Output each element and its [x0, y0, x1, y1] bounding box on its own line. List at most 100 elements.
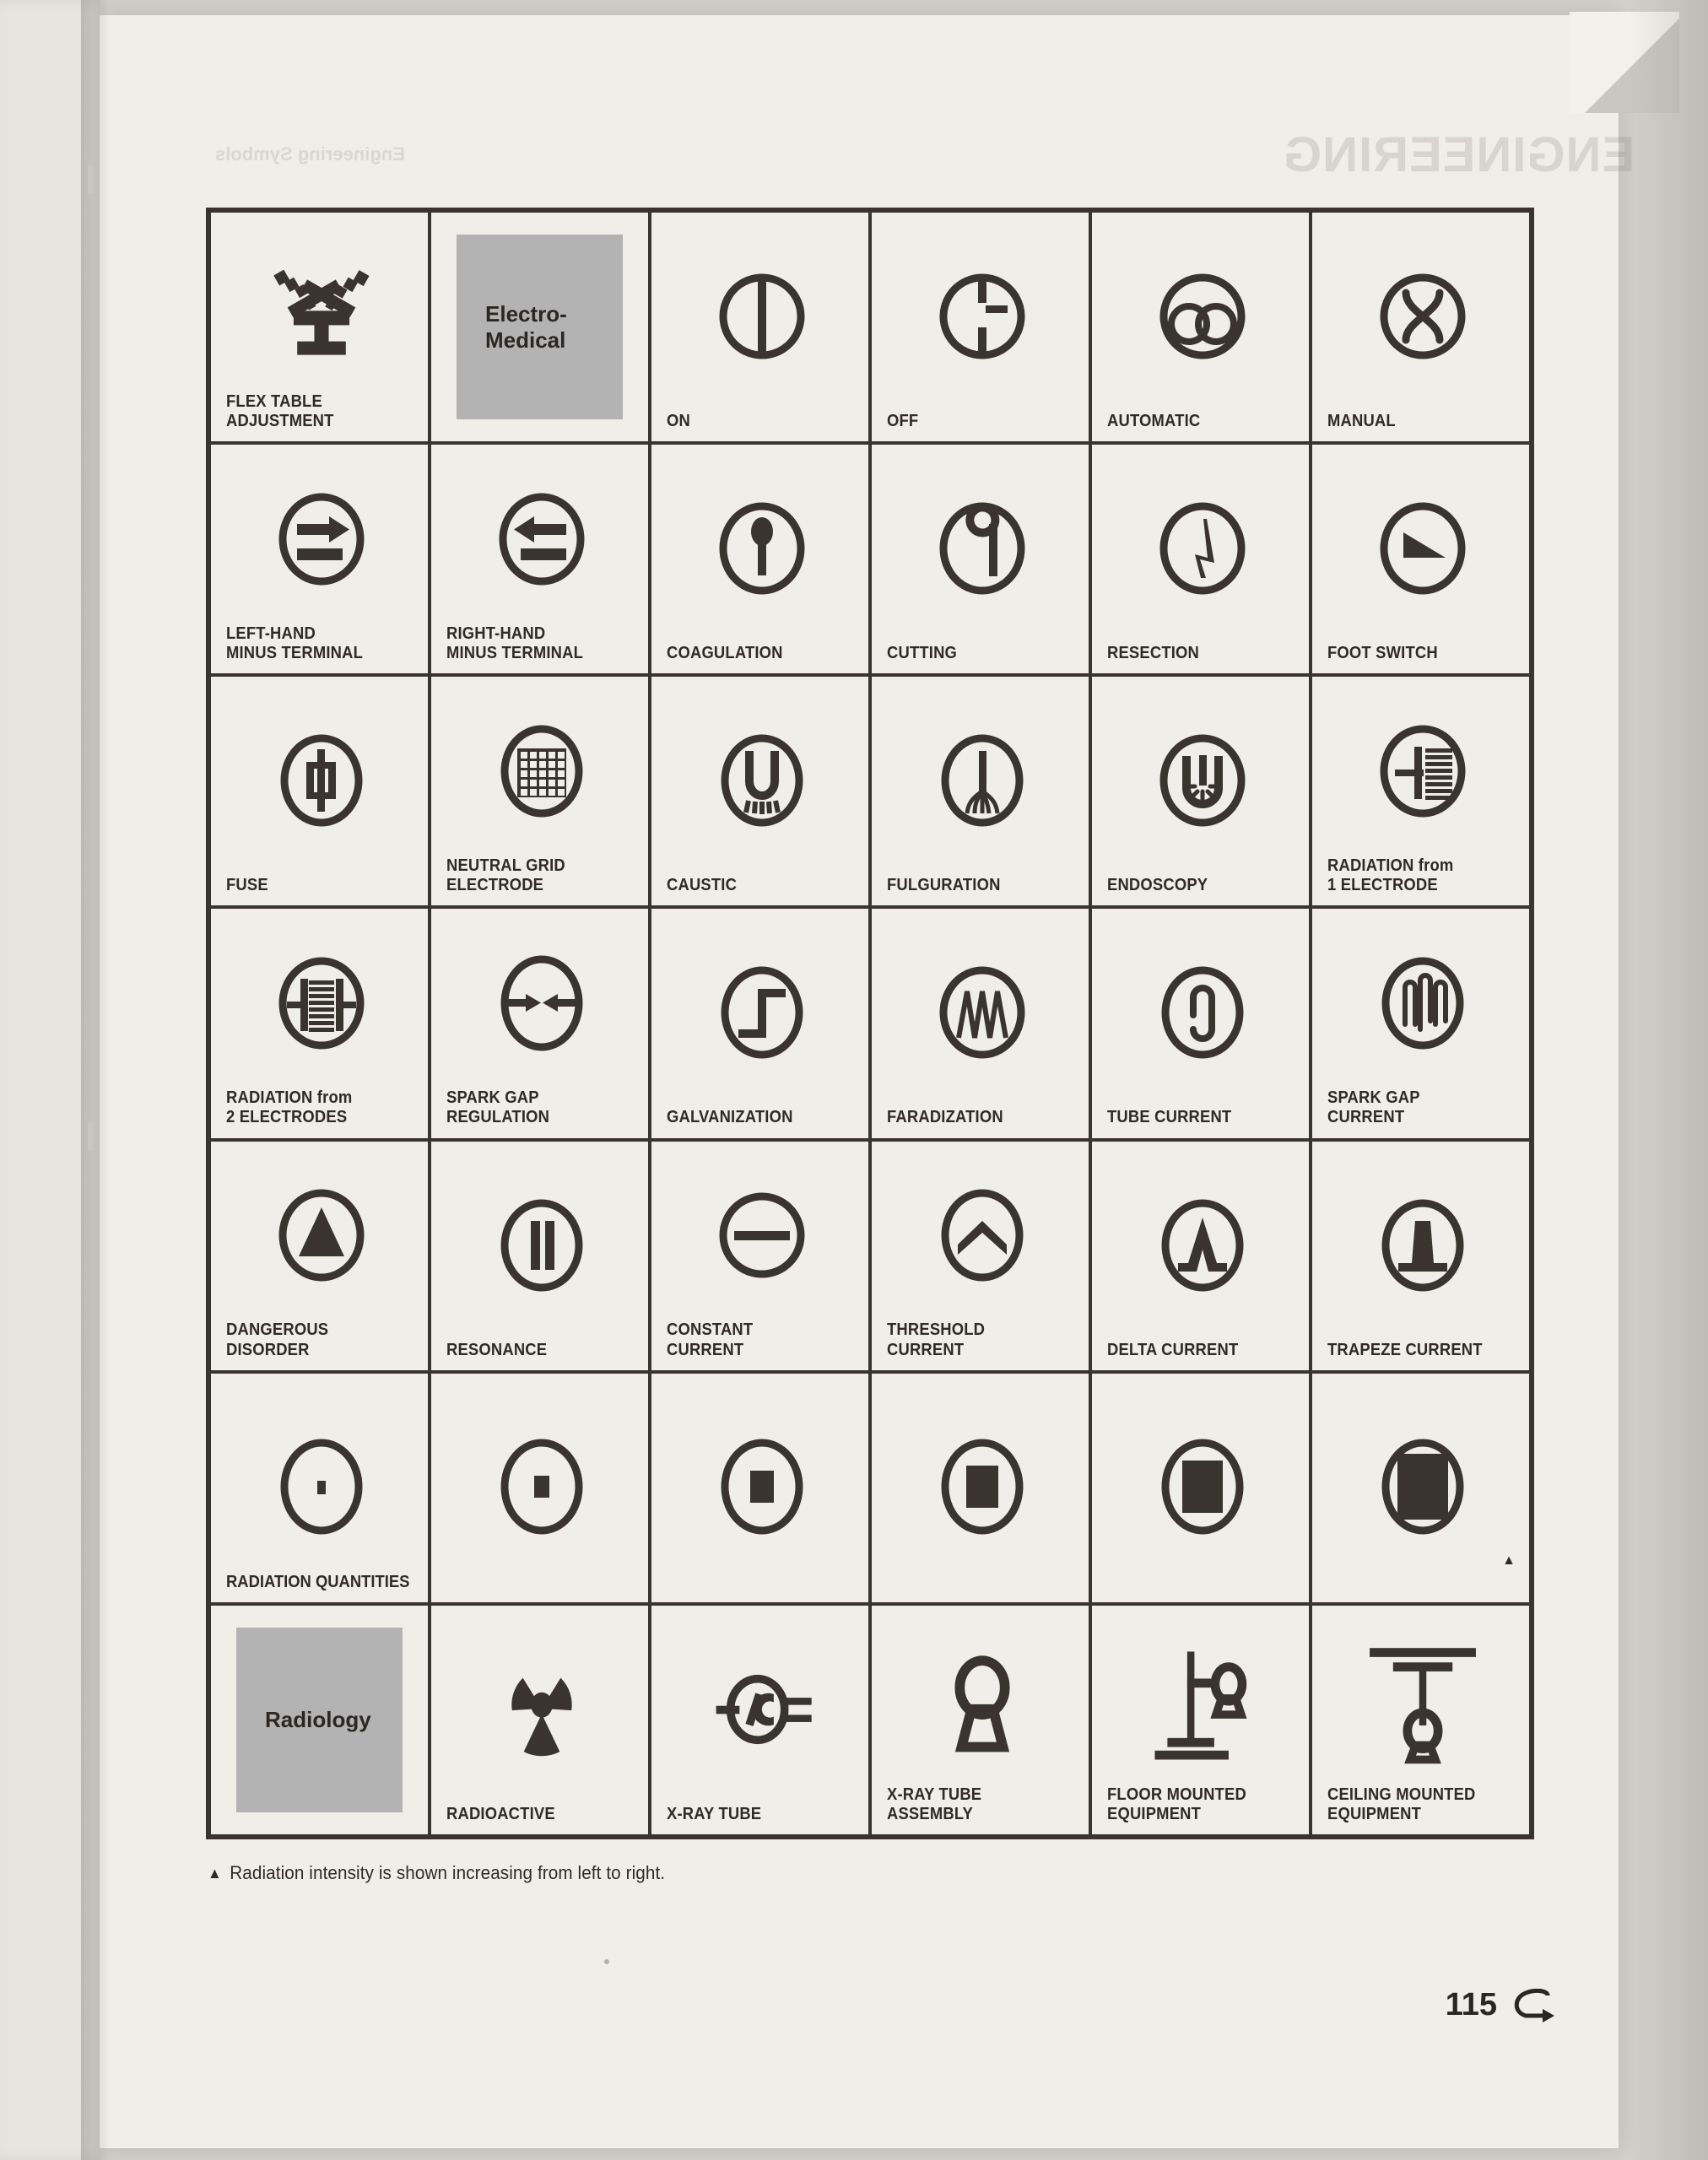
symbol-caption: CONSTANT CURRENT	[667, 1320, 754, 1359]
spark-gap-regulation-icon	[446, 917, 636, 1088]
staple-top	[88, 165, 94, 194]
radiation-quantity-4-icon	[887, 1382, 1077, 1592]
symbol-caption: GALVANIZATION	[667, 1108, 793, 1127]
page-sheet: ENGINEERING Engineering Symbols FLEX TAB…	[0, 0, 1708, 2160]
symbol-caption: ON	[667, 411, 690, 430]
symbol-caption: CUTTING	[887, 644, 958, 663]
symbol-cell: FLEX TABLE ADJUSTMENT	[211, 213, 431, 442]
constant-current-icon	[667, 1150, 857, 1321]
symbol-table-row: RADIATION QUANTITIES ▲	[211, 1373, 1529, 1606]
x-ray-tube-icon	[667, 1614, 857, 1805]
section-heading-label: Radiology	[265, 1707, 371, 1733]
symbol-caption: SPARK GAP CURRENT	[1327, 1088, 1420, 1127]
symbol-caption: SPARK GAP REGULATION	[446, 1088, 550, 1127]
symbol-caption: MANUAL	[1327, 411, 1396, 430]
symbol-cell: X-RAY TUBE ASSEMBLY	[872, 1605, 1092, 1834]
symbol-caption: NEUTRAL GRID ELECTRODE	[446, 856, 565, 895]
trapeze-current-icon	[1327, 1150, 1517, 1341]
symbol-table-row: DANGEROUS DISORDER RESONANCE CONSTANT CU…	[211, 1141, 1529, 1374]
symbol-cell: NEUTRAL GRID ELECTRODE	[431, 677, 651, 906]
symbol-cell: X-RAY TUBE	[651, 1605, 872, 1834]
symbol-cell: MANUAL	[1312, 213, 1529, 441]
symbol-cell: FLOOR MOUNTED EQUIPMENT	[1092, 1605, 1312, 1834]
symbol-caption: X-RAY TUBE ASSEMBLY	[887, 1785, 982, 1823]
manual-icon	[1327, 221, 1517, 412]
symbol-caption: TRAPEZE CURRENT	[1327, 1340, 1483, 1359]
fuse-icon	[226, 685, 416, 876]
endoscopy-icon	[1107, 685, 1297, 876]
floor-mounted-equipment-icon	[1107, 1614, 1297, 1785]
symbol-cell: AUTOMATIC	[1092, 213, 1312, 442]
symbol-caption: X-RAY TUBE	[667, 1804, 762, 1823]
footnote-triangle-icon: ▲	[208, 1864, 222, 1882]
on-icon	[667, 221, 857, 412]
symbol-caption: FULGURATION	[887, 876, 1001, 895]
symbol-cell: LEFT-HAND MINUS TERMINAL	[211, 445, 431, 674]
symbol-caption: OFF	[887, 411, 919, 430]
symbol-cell: CAUSTIC	[651, 677, 872, 906]
symbol-cell: ▲	[1312, 1374, 1529, 1602]
coagulation-icon	[667, 453, 857, 644]
resection-icon	[1107, 453, 1297, 644]
dangerous-disorder-icon	[226, 1150, 416, 1321]
fulguration-icon	[887, 685, 1077, 876]
symbol-table-row: Radiology RADIOACTIVE X-RAY TUBE X-RAY T…	[211, 1605, 1529, 1834]
radiation-one-electrode-icon	[1327, 685, 1517, 856]
left-hand-minus-terminal-icon	[226, 453, 416, 624]
symbol-cell: SPARK GAP REGULATION	[431, 909, 651, 1138]
symbol-cell: CEILING MOUNTED EQUIPMENT	[1312, 1606, 1529, 1834]
paper-speck	[604, 1959, 609, 1964]
symbol-cell: FARADIZATION	[872, 909, 1092, 1138]
symbol-cell	[1092, 1373, 1312, 1602]
foot-switch-icon	[1327, 453, 1517, 644]
section-heading-label: Electro- Medical	[485, 300, 567, 353]
radiation-quantity-2-icon	[446, 1382, 636, 1592]
row-caption: RADIATION QUANTITIES	[226, 1572, 410, 1591]
staple-bottom	[88, 1122, 94, 1151]
galvanization-icon	[667, 917, 857, 1108]
radiation-quantity-5-icon	[1107, 1382, 1297, 1592]
symbol-cell	[651, 1373, 872, 1602]
footnote-text: Radiation intensity is shown increasing …	[230, 1862, 666, 1883]
symbol-cell: RESONANCE	[431, 1141, 651, 1370]
turn-page-arrow-icon	[1509, 1988, 1556, 2022]
symbol-caption: FLEX TABLE ADJUSTMENT	[226, 392, 334, 430]
radiation-quantity-6-icon	[1327, 1382, 1517, 1592]
symbol-caption: CEILING MOUNTED EQUIPMENT	[1327, 1785, 1476, 1823]
cutting-icon	[887, 453, 1077, 644]
flex-table-adjustment-icon	[226, 221, 416, 392]
symbol-caption: RESONANCE	[446, 1340, 548, 1359]
automatic-icon	[1107, 221, 1297, 412]
tube-current-icon	[1107, 917, 1297, 1108]
symbol-caption: COAGULATION	[667, 644, 783, 663]
neutral-grid-electrode-icon	[446, 685, 636, 856]
ghost-bleed-subtitle: Engineering Symbols	[215, 143, 405, 165]
section-heading-cell: Electro- Medical	[431, 213, 651, 442]
symbol-cell: THRESHOLD CURRENT	[872, 1141, 1092, 1370]
symbol-cell: CONSTANT CURRENT	[651, 1141, 872, 1370]
symbol-caption: FLOOR MOUNTED EQUIPMENT	[1107, 1785, 1246, 1823]
symbol-cell: OFF	[872, 213, 1092, 442]
section-heading-tile: Electro- Medical	[457, 235, 623, 420]
symbol-caption: RADIATION from 2 ELECTRODES	[226, 1088, 353, 1127]
symbol-caption: RADIATION from 1 ELECTRODE	[1327, 856, 1454, 895]
x-ray-tube-assembly-icon	[887, 1614, 1077, 1785]
threshold-current-icon	[887, 1150, 1077, 1321]
symbol-caption: LEFT-HAND MINUS TERMINAL	[226, 624, 364, 663]
spark-gap-current-icon	[1327, 917, 1517, 1088]
symbol-caption: TUBE CURRENT	[1107, 1108, 1232, 1127]
section-heading-cell: Radiology	[211, 1605, 431, 1834]
symbol-table: FLEX TABLE ADJUSTMENT Electro- Medical ON …	[206, 208, 1534, 1839]
symbol-cell: RADIOACTIVE	[431, 1605, 651, 1834]
symbol-cell: CUTTING	[872, 445, 1092, 674]
symbol-cell: FOOT SWITCH	[1312, 445, 1529, 673]
symbol-caption: THRESHOLD CURRENT	[887, 1320, 986, 1359]
off-icon	[887, 221, 1077, 412]
symbol-table-row: FUSE NEUTRAL GRID ELECTRODE CAUSTIC FULGU…	[211, 677, 1529, 910]
symbol-table-row: FLEX TABLE ADJUSTMENT Electro- Medical ON …	[211, 213, 1529, 446]
symbol-table-row: LEFT-HAND MINUS TERMINAL RIGHT-HAND MINU…	[211, 445, 1529, 678]
symbol-caption: FARADIZATION	[887, 1108, 1003, 1127]
symbol-cell: DANGEROUS DISORDER	[211, 1141, 431, 1370]
footnote-reference-triangle-icon: ▲	[1502, 1552, 1516, 1568]
symbol-cell: ON	[651, 213, 872, 442]
